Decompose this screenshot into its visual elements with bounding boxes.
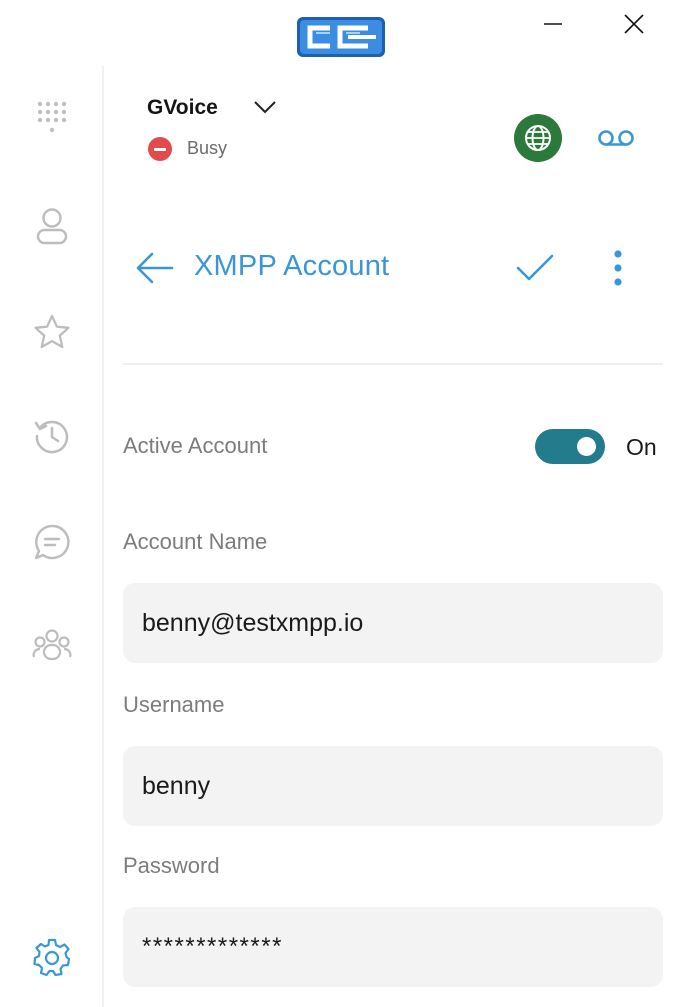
contact-icon [36, 208, 68, 245]
title-bar [0, 0, 680, 66]
busy-status-icon [148, 137, 172, 161]
voicemail-button[interactable] [594, 122, 638, 154]
globe-button[interactable] [514, 114, 562, 162]
password-label: Password [123, 853, 220, 878]
close-button[interactable] [616, 8, 652, 40]
sidebar-item-history[interactable] [30, 414, 74, 458]
sidebar [0, 66, 104, 1007]
save-button[interactable] [513, 248, 557, 288]
more-vertical-icon [614, 250, 622, 286]
password-field[interactable]: ************* [123, 907, 663, 987]
star-icon [34, 314, 70, 349]
toggle-knob [577, 437, 596, 456]
username-field[interactable]: benny [123, 746, 663, 826]
username-label: Username [123, 692, 225, 717]
arrow-left-icon [136, 252, 174, 284]
header-divider [123, 363, 663, 365]
sidebar-item-contacts[interactable] [30, 204, 74, 248]
presence-status[interactable]: Busy [187, 138, 227, 159]
active-account-toggle[interactable] [535, 429, 605, 464]
minimize-icon [544, 23, 562, 25]
sidebar-item-chat[interactable] [30, 520, 74, 564]
close-icon [624, 14, 644, 34]
minimize-button[interactable] [535, 8, 571, 40]
back-button[interactable] [133, 248, 175, 288]
voicemail-icon [598, 130, 634, 146]
page-title: XMPP Account [194, 250, 390, 282]
sidebar-item-groups[interactable] [30, 623, 74, 667]
check-icon [516, 254, 554, 281]
active-account-value: On [626, 434, 657, 460]
account-name[interactable]: GVoice [147, 96, 218, 120]
cc-logo-icon [296, 16, 386, 58]
sidebar-item-settings[interactable] [30, 935, 74, 979]
account-dropdown-button[interactable] [252, 96, 278, 118]
globe-icon [525, 125, 551, 151]
group-icon [32, 629, 72, 661]
account-name-label: Account Name [123, 529, 268, 554]
chevron-down-icon [254, 101, 276, 114]
dialpad-icon [37, 101, 67, 133]
chat-icon [34, 524, 70, 560]
settings-icon [33, 938, 71, 976]
more-options-button[interactable] [600, 246, 636, 290]
history-icon [34, 420, 69, 454]
active-account-label: Active Account [123, 433, 268, 458]
sidebar-item-favorites[interactable] [30, 310, 74, 354]
account-name-field[interactable]: benny@testxmpp.io [123, 583, 663, 663]
sidebar-item-dialpad[interactable] [30, 98, 74, 142]
